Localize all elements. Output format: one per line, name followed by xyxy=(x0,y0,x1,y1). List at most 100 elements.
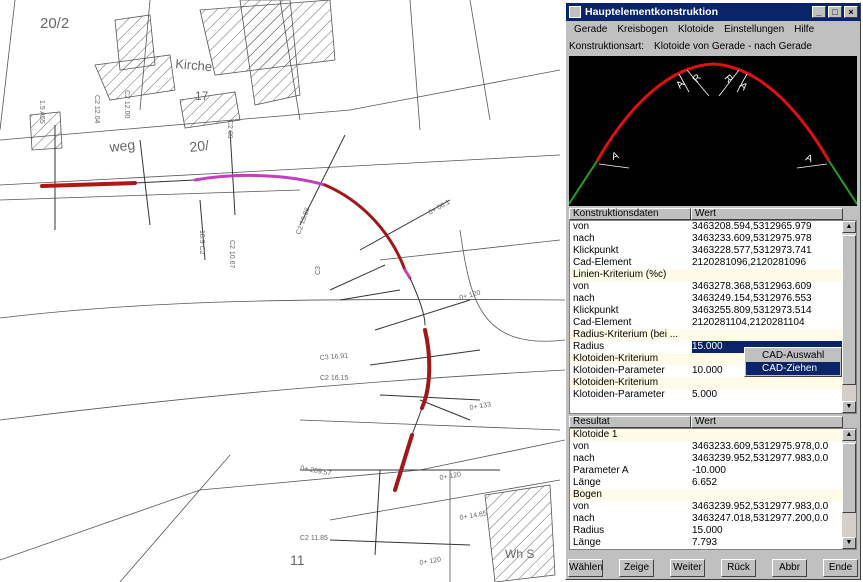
table-row[interactable]: Cad-Element 2120281104,2120281104 xyxy=(570,317,856,329)
row-value: 2120281096,2120281096 xyxy=(692,257,807,268)
row-value xyxy=(692,329,842,341)
scroll-thumb[interactable] xyxy=(842,235,856,385)
axis-straight-segment xyxy=(40,181,137,188)
table-row[interactable]: Länge 6.652 xyxy=(570,477,856,489)
table-row[interactable]: nach 3463233.609,5312975.978 xyxy=(570,233,856,245)
row-name: Parameter A xyxy=(573,465,629,476)
context-menu[interactable]: CAD-Auswahl CAD-Ziehen xyxy=(744,347,842,377)
table-row[interactable]: Klickpunkt 3463255.809,5312973.514 xyxy=(570,305,856,317)
row-name: Klotoide 1 xyxy=(573,429,618,440)
row-name: Klotoiden-Kriterium xyxy=(573,353,659,364)
svg-text:C2 12.00: C2 12.00 xyxy=(123,90,130,119)
zeige-button[interactable]: Zeige xyxy=(619,559,654,577)
title-bar[interactable]: Hauptelementkonstruktion _ □ × xyxy=(566,3,860,21)
row-name: Klotoiden-Parameter xyxy=(573,365,665,376)
svg-text:18.9 C2: 18.9 C2 xyxy=(198,230,205,255)
row-value: 3463249.154,5312976.553 xyxy=(692,293,812,304)
row-name: Cad-Element xyxy=(573,317,632,328)
table-row[interactable]: Radius 15.000 xyxy=(570,525,856,537)
label-parcel-20-2: 20/2 xyxy=(40,15,69,32)
menu-einstellungen[interactable]: Einstellungen xyxy=(719,24,789,35)
data-col-value-header[interactable]: Wert xyxy=(691,208,843,220)
road-axis[interactable] xyxy=(40,173,432,492)
menu-gerade[interactable]: Gerade xyxy=(569,24,612,35)
preview-entry-line xyxy=(568,160,598,205)
row-name: Klotoiden-Kriterium xyxy=(573,377,659,388)
table-row[interactable]: nach 3463239.952,5312977.983,0.0 xyxy=(570,453,856,465)
table-group-row[interactable]: Klotoide 1 xyxy=(570,429,856,441)
table-row[interactable]: Klotoiden-Parameter 5.000 xyxy=(570,389,856,401)
row-name: Radius-Kriterium (bei ... xyxy=(573,329,679,340)
svg-text:0+ 120: 0+ 120 xyxy=(439,471,462,482)
table-row[interactable]: nach 3463247.018,5312977.200,0.0 xyxy=(570,513,856,525)
data-table[interactable]: von 3463208.594,5312965.979 nach 3463233.60… xyxy=(569,220,857,414)
minimize-button[interactable]: _ xyxy=(812,6,826,18)
svg-text:C2 09: C2 09 xyxy=(226,120,233,139)
row-name: Cad-Element xyxy=(573,257,632,268)
result-scroll-down-arrow[interactable]: ▼ xyxy=(842,537,856,549)
context-menu-cad-ziehen[interactable]: CAD-Ziehen xyxy=(746,362,840,375)
preview-curve xyxy=(595,62,831,162)
scroll-up-arrow[interactable]: ▲ xyxy=(842,221,856,233)
table-row[interactable]: von 3463278.368,5312963.609 xyxy=(570,281,856,293)
result-scroll-up-arrow[interactable]: ▲ xyxy=(842,429,856,441)
row-value: 3463228.577,5312973.741 xyxy=(692,245,812,256)
row-name: Linien-Kriterium (%c) xyxy=(573,269,667,280)
row-name: Radius xyxy=(573,341,605,352)
result-table-rows: Klotoide 1 von 3463233.609,5312975.978,0.0… xyxy=(570,429,856,549)
scroll-down-arrow[interactable]: ▼ xyxy=(842,401,856,413)
row-name: Länge xyxy=(573,477,601,488)
result-scroll-thumb[interactable] xyxy=(842,443,856,513)
row-value xyxy=(692,489,842,501)
survey-lines xyxy=(54,125,500,556)
context-menu-cad-auswahl[interactable]: CAD-Auswahl xyxy=(746,349,840,362)
result-col-name-header[interactable]: Resultat xyxy=(569,416,691,428)
row-value: 7.793 xyxy=(692,537,718,548)
svg-text:1.5 A55: 1.5 A55 xyxy=(38,100,45,124)
svg-text:C3: C3 xyxy=(315,266,322,275)
result-table-scrollbar[interactable]: ▲ ▼ xyxy=(842,429,856,549)
table-group-row[interactable]: Bogen xyxy=(570,489,856,501)
svg-text:R: R xyxy=(722,73,735,86)
row-name: von xyxy=(573,221,590,232)
menu-hilfe[interactable]: Hilfe xyxy=(789,24,819,35)
maximize-button[interactable]: □ xyxy=(828,6,842,18)
table-row[interactable]: Parameter A -10.000 xyxy=(570,465,856,477)
table-row[interactable]: Cad-Element 2120281096,2120281096 xyxy=(570,257,856,269)
table-row[interactable]: von 3463208.594,5312965.979 xyxy=(570,221,856,233)
data-table-scrollbar[interactable]: ▲ ▼ xyxy=(842,221,856,413)
data-col-name-header[interactable]: Konstruktionsdaten xyxy=(569,208,691,220)
table-row[interactable]: von 3463233.609,5312975.978,0.0 xyxy=(570,441,856,453)
row-value xyxy=(692,377,842,389)
result-table[interactable]: Klotoide 1 von 3463233.609,5312975.978,0.0… xyxy=(569,428,857,550)
svg-text:0+ 120: 0+ 120 xyxy=(419,556,442,567)
clothoid-preview: A R R A A A xyxy=(568,56,858,206)
table-row[interactable]: Länge 7.793 xyxy=(570,537,856,549)
waehlen-button[interactable]: Wählen xyxy=(568,559,603,577)
construction-type-value: Klotoide von Gerade - nach Gerade xyxy=(654,40,812,52)
table-row[interactable]: Klickpunkt 3463228.577,5312973.741 xyxy=(570,245,856,257)
table-row[interactable]: von 3463239.952,5312977.983,0.0 xyxy=(570,501,856,513)
label-street: weg xyxy=(108,136,136,155)
result-col-value-header[interactable]: Wert xyxy=(691,416,843,428)
ende-button[interactable]: Ende xyxy=(823,559,858,577)
row-name: von xyxy=(573,441,590,452)
row-name: Radius xyxy=(573,525,605,536)
table-group-row[interactable]: Radius-Kriterium (bei ... xyxy=(570,329,856,341)
abbrechen-button[interactable]: Abbr xyxy=(772,559,807,577)
table-group-row[interactable]: Linien-Kriterium (%c) xyxy=(570,269,856,281)
row-value: 3463239.952,5312977.983,0.0 xyxy=(692,453,829,464)
table-group-row[interactable]: Klotoiden-Kriterium xyxy=(570,377,856,389)
rueck-button[interactable]: Rück xyxy=(721,559,756,577)
construction-window[interactable]: Hauptelementkonstruktion _ □ × Gerade Kr… xyxy=(565,2,861,580)
close-button[interactable]: × xyxy=(844,6,858,18)
label-church: Kirche xyxy=(175,56,213,74)
row-value: 5.000 xyxy=(692,389,718,400)
menu-kreisbogen[interactable]: Kreisbogen xyxy=(612,24,673,35)
row-value: 3463239.952,5312977.983,0.0 xyxy=(692,501,829,512)
weiter-button[interactable]: Weiter xyxy=(670,559,705,577)
table-row[interactable]: nach 3463249.154,5312976.553 xyxy=(570,293,856,305)
data-table-header: Konstruktionsdaten Wert xyxy=(569,208,857,220)
menu-klotoide[interactable]: Klotoide xyxy=(673,24,719,35)
row-name: nach xyxy=(573,293,595,304)
